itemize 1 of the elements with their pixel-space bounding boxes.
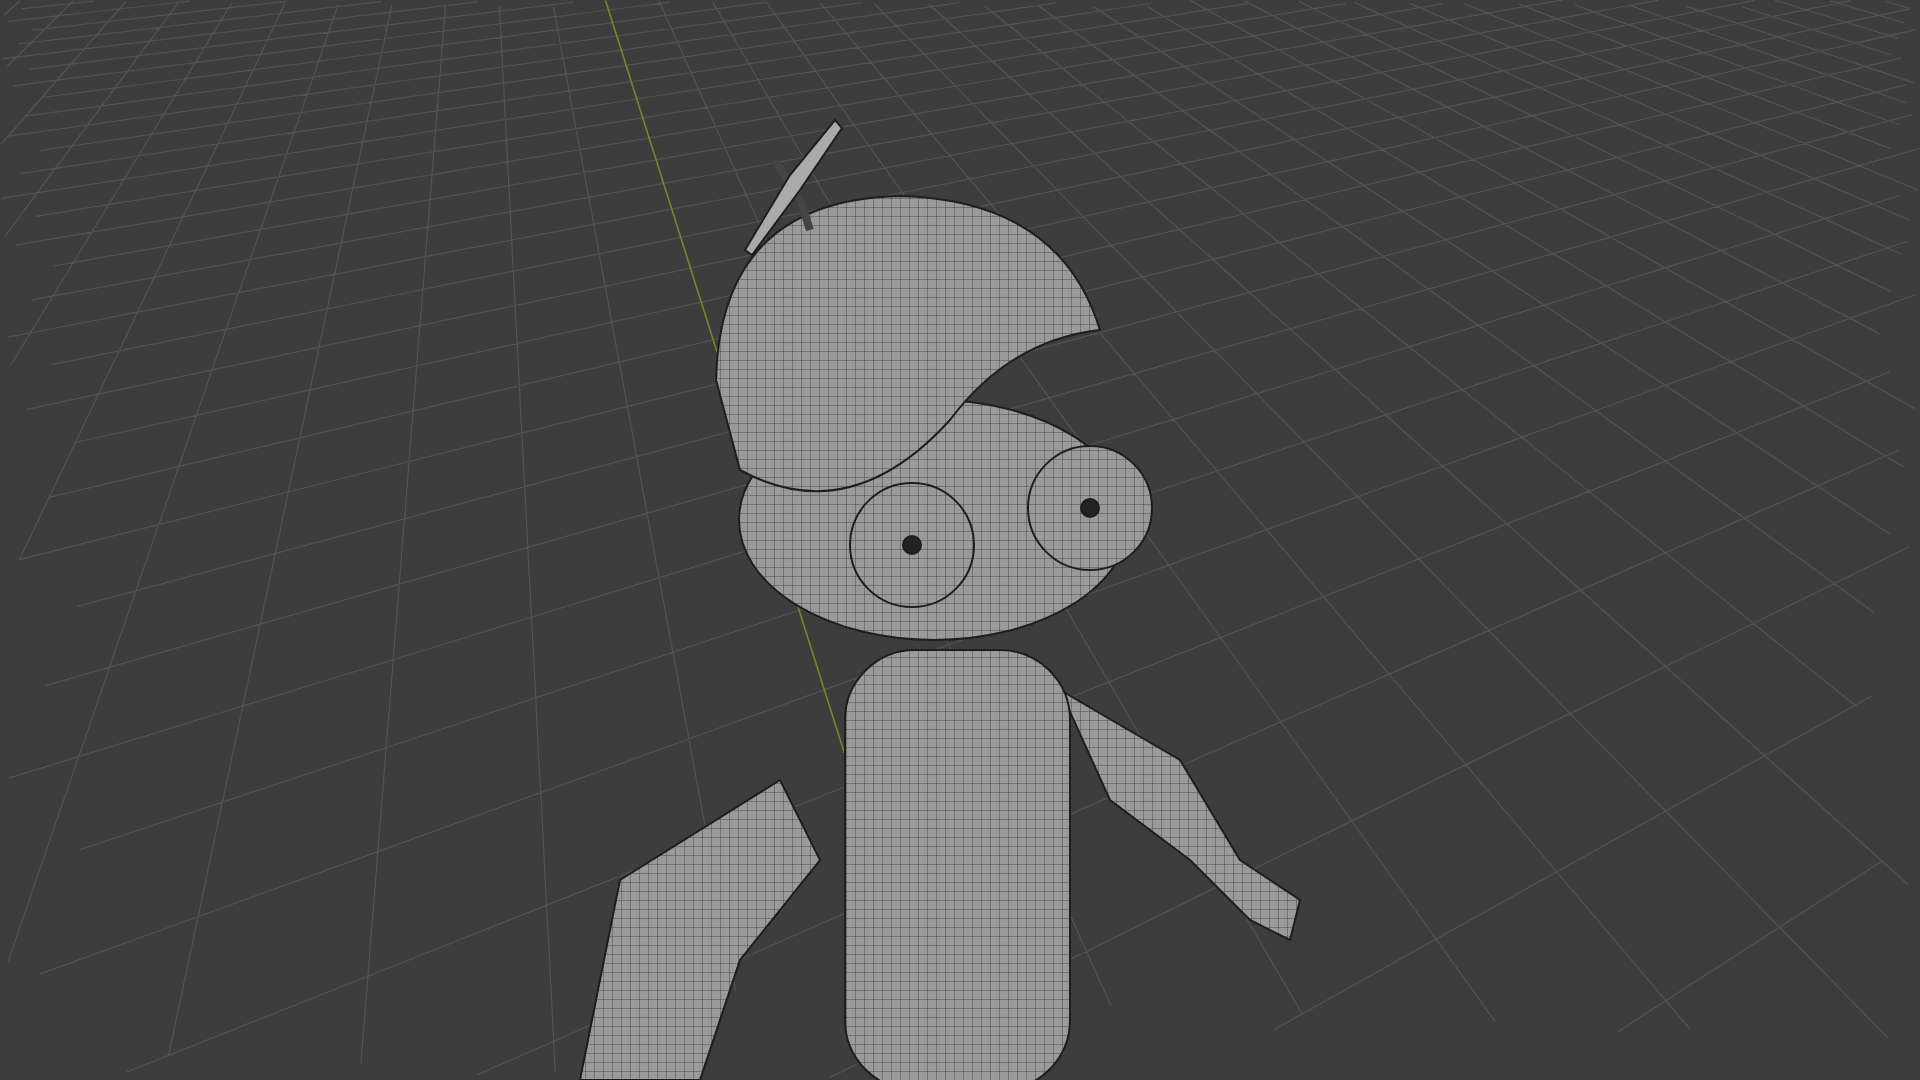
3d-viewport[interactable] bbox=[0, 0, 1920, 1080]
